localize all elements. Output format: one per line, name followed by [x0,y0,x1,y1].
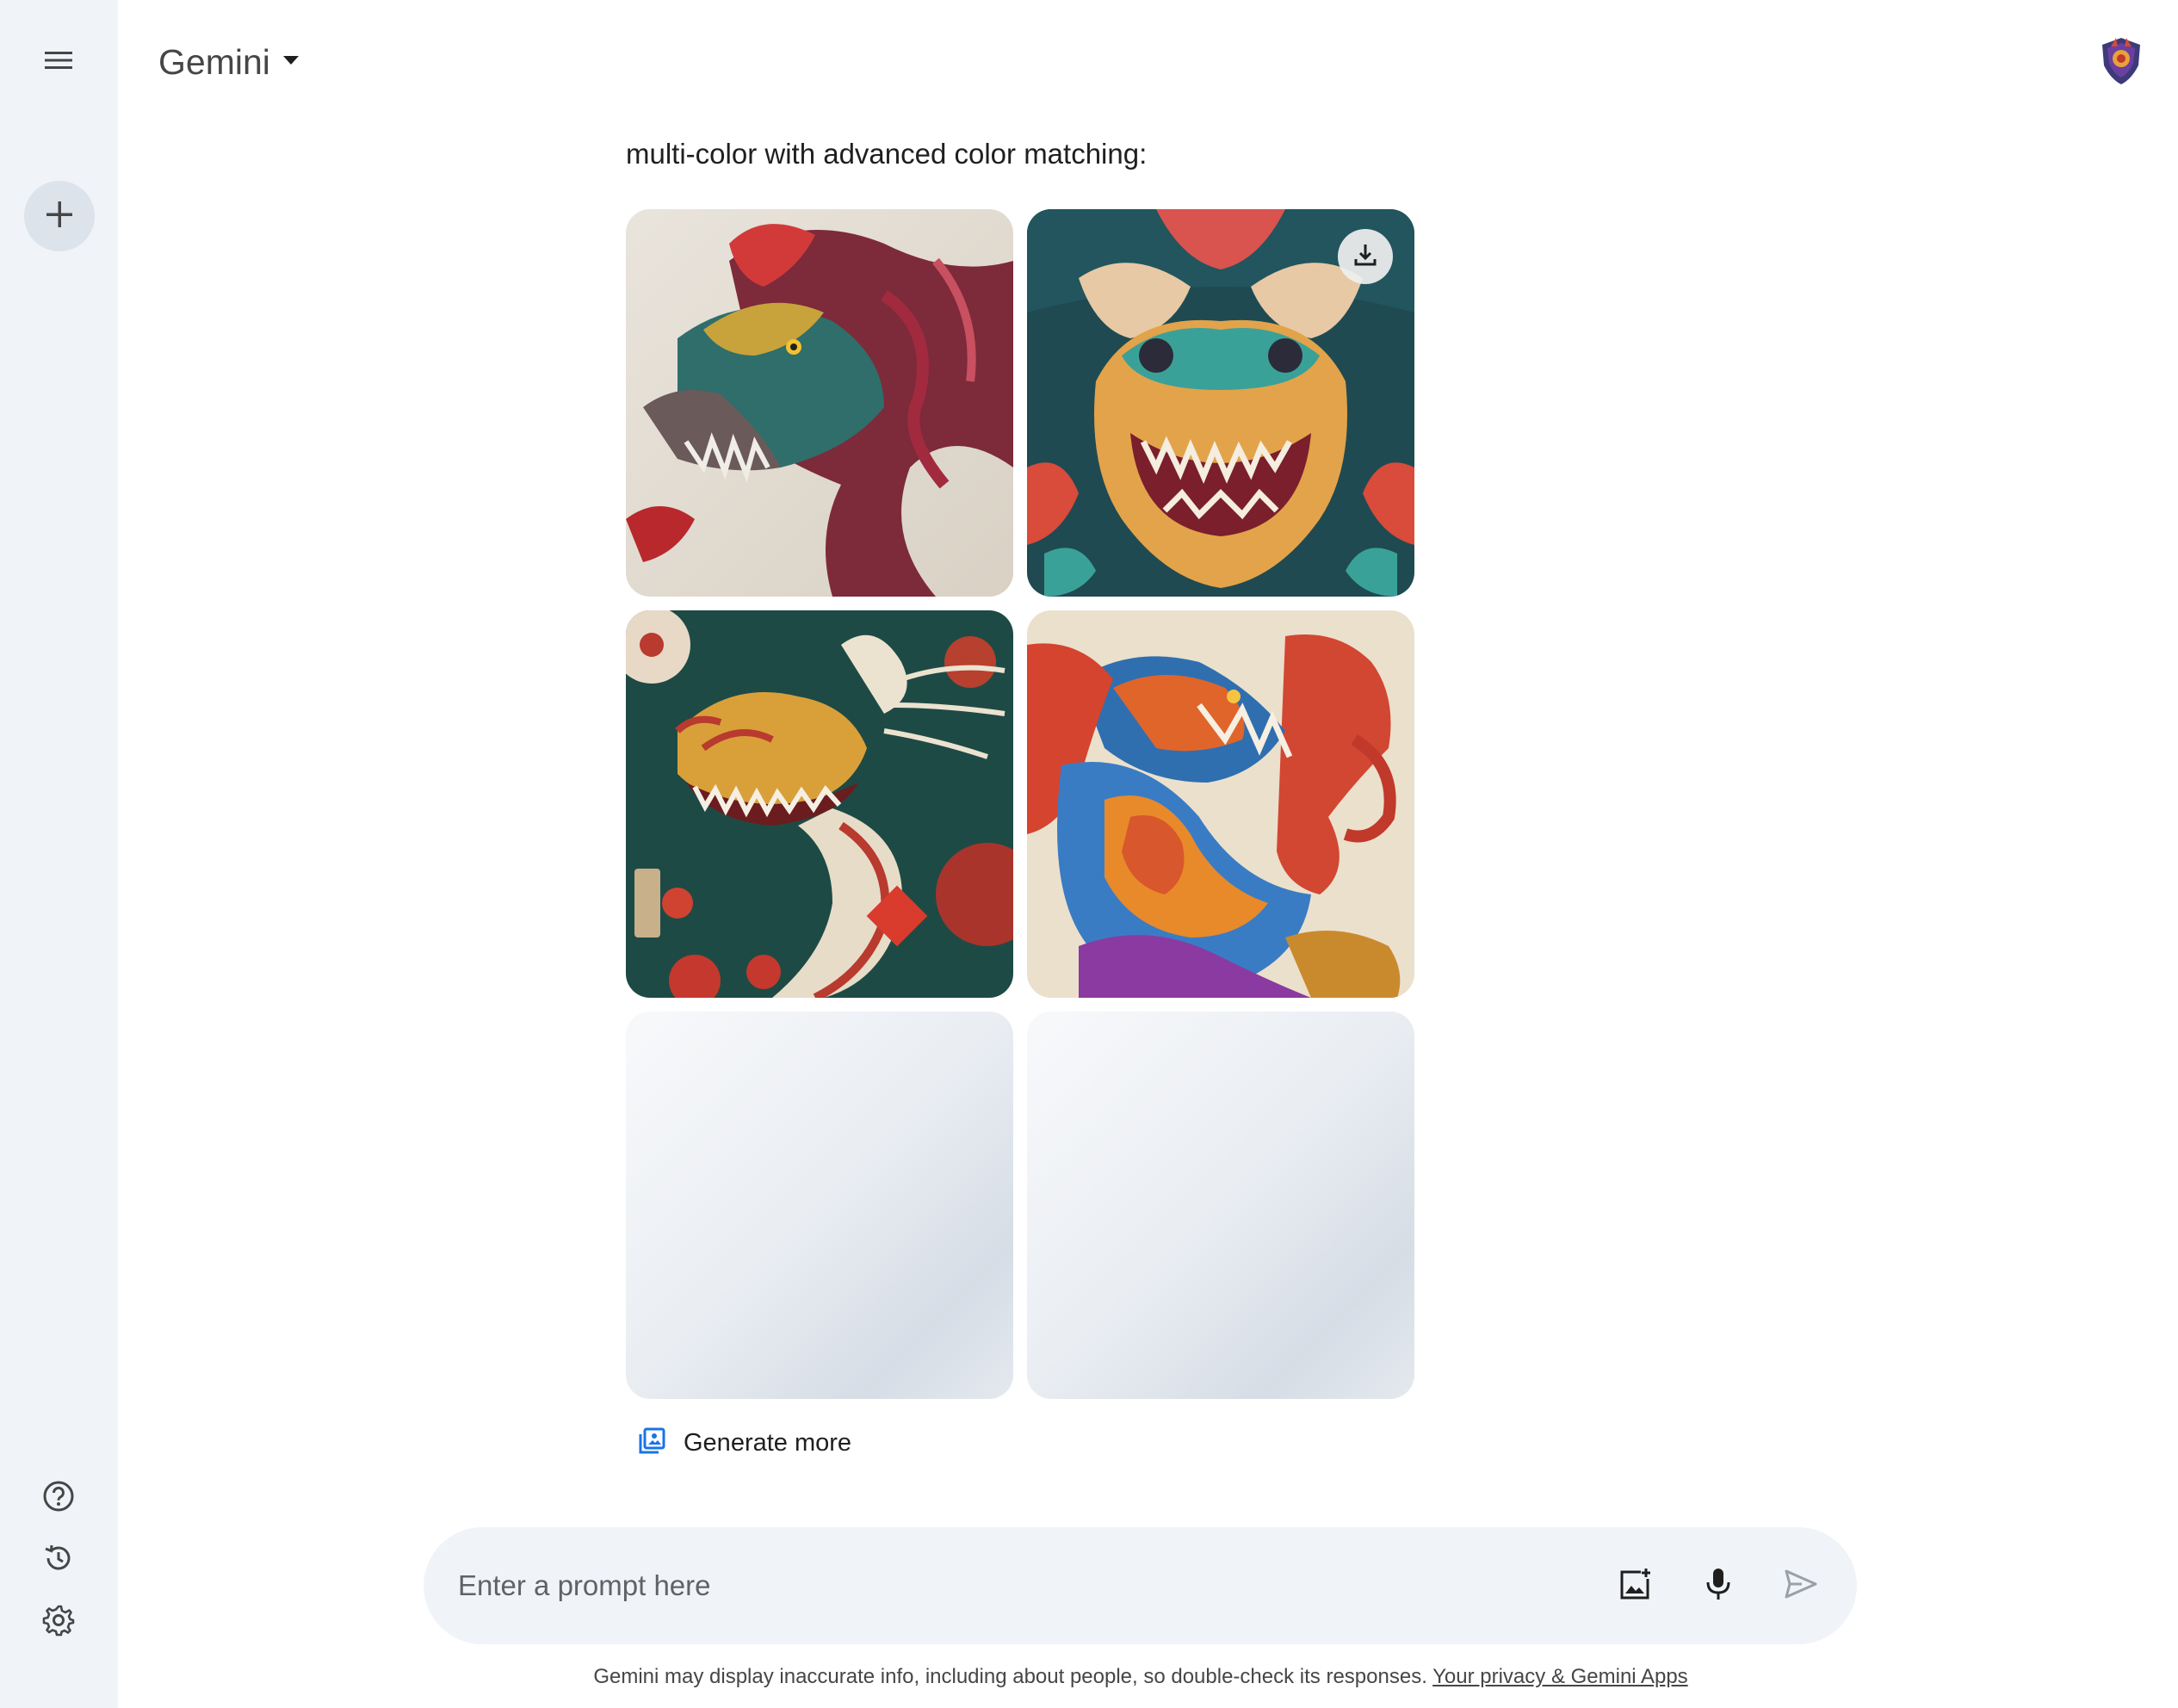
plus-icon [45,200,74,233]
main-menu-button[interactable] [31,40,86,84]
image-placeholder-loading [1027,1012,1414,1399]
photo-library-icon [637,1426,666,1460]
hamburger-menu-icon [45,50,72,75]
microphone-button[interactable] [1691,1558,1746,1613]
generate-more-button[interactable]: Generate more [637,1419,851,1467]
download-icon [1352,242,1378,272]
download-button[interactable] [1338,229,1393,284]
microphone-icon [1704,1567,1733,1606]
generated-image-4[interactable] [1027,610,1414,998]
generated-image-3[interactable] [626,610,1013,998]
add-photo-icon [1618,1567,1653,1606]
app-title: Gemini [158,41,270,82]
disclaimer-text: Gemini may display inaccurate info, incl… [593,1665,1427,1688]
history-icon [42,1542,75,1579]
help-button[interactable] [38,1477,79,1519]
new-chat-button[interactable] [24,181,95,251]
prompt-input[interactable] [458,1556,1560,1615]
activity-button[interactable] [38,1539,79,1581]
side-rail [0,0,118,1708]
privacy-link[interactable]: Your privacy & Gemini Apps [1432,1665,1688,1688]
generated-image-1[interactable] [626,209,1013,597]
model-switcher[interactable]: Gemini [158,38,300,86]
help-circle-icon [42,1480,75,1517]
caret-down-icon [282,54,300,70]
send-button[interactable] [1773,1558,1828,1613]
avatar[interactable] [2094,33,2149,88]
prompt-bar [424,1527,1857,1644]
response-text: multi-color with advanced color matching… [626,138,1148,170]
send-icon [1785,1569,1817,1603]
disclaimer: Gemini may display inaccurate info, incl… [0,1665,2178,1689]
image-placeholder-loading [626,1012,1013,1399]
generate-more-label: Generate more [684,1428,852,1457]
settings-button[interactable] [38,1601,79,1643]
gear-icon [42,1604,75,1641]
upload-image-button[interactable] [1608,1558,1663,1613]
